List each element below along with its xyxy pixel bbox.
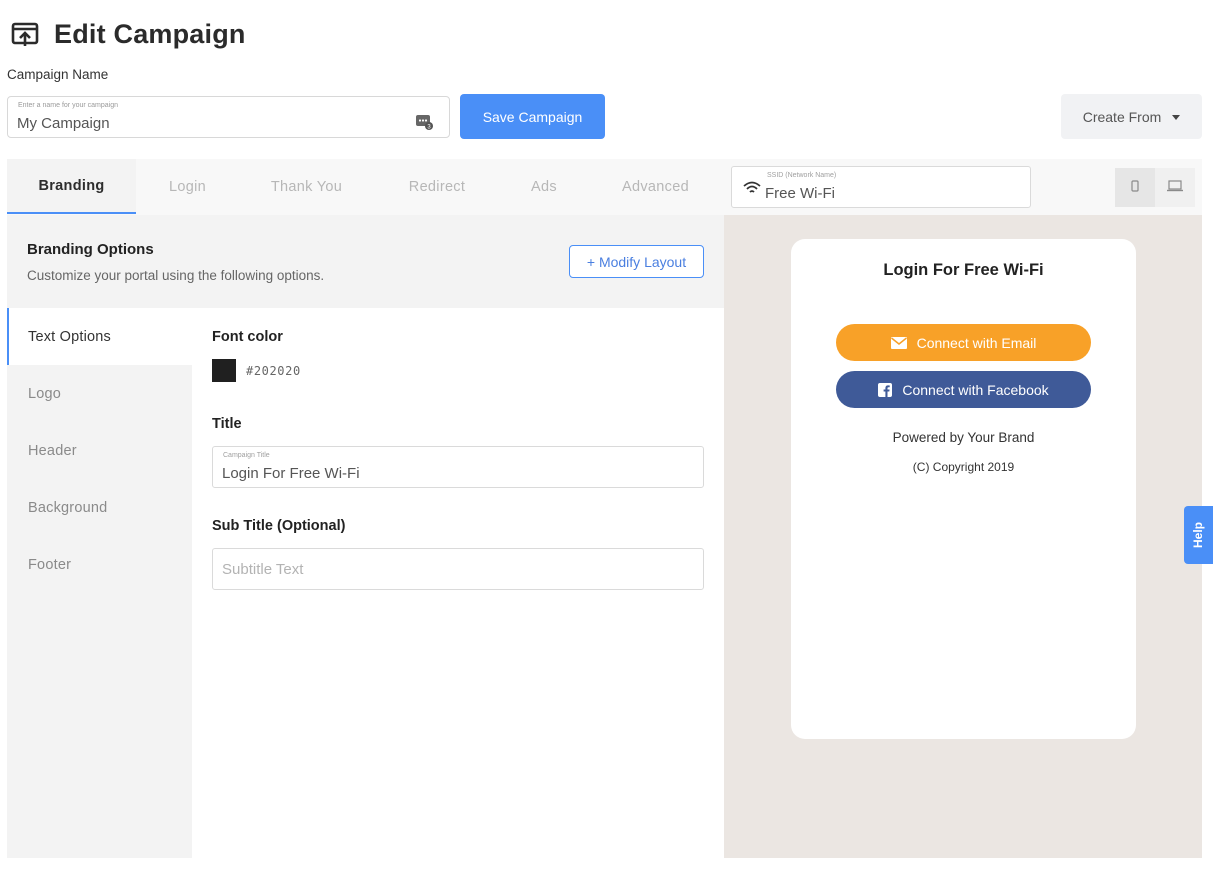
sidebar-item-logo[interactable]: Logo	[7, 365, 192, 422]
branding-options-subtitle: Customize your portal using the followin…	[27, 268, 325, 283]
copyright-text: (C) Copyright 2019	[912, 460, 1015, 474]
desktop-preview-toggle[interactable]	[1155, 168, 1195, 207]
campaign-name-input[interactable]: Enter a name for your campaign My Campai…	[7, 96, 450, 138]
campaign-name-value: My Campaign	[17, 115, 110, 132]
tab-bar: Branding Login Thank You Redirect Ads Ad…	[7, 159, 1202, 215]
branding-options-title: Branding Options	[27, 241, 154, 258]
sidebar-item-text-options[interactable]: Text Options	[7, 308, 192, 365]
title-label: Title	[212, 416, 242, 432]
subtitle-label: Sub Title (Optional)	[212, 518, 346, 534]
wifi-icon	[743, 181, 761, 195]
connect-facebook-button[interactable]: Connect with Facebook	[836, 371, 1091, 408]
tab-advanced[interactable]: Advanced	[588, 159, 723, 214]
variables-icon[interactable]: 3	[416, 114, 434, 131]
subtitle-input[interactable]: Subtitle Text	[212, 548, 704, 590]
save-campaign-button[interactable]: Save Campaign	[460, 94, 605, 139]
ssid-hint: SSID (Network Name)	[767, 172, 837, 179]
connect-email-button[interactable]: Connect with Email	[836, 324, 1091, 361]
preview-title: Login For Free Wi-Fi	[883, 261, 1044, 279]
campaign-name-label: Campaign Name	[7, 67, 109, 82]
facebook-icon	[878, 382, 893, 397]
connect-facebook-label: Connect with Facebook	[902, 381, 1049, 398]
options-sidebar: Text Options Logo Header Background Foot…	[7, 308, 192, 858]
sidebar-item-background[interactable]: Background	[7, 479, 192, 536]
font-color-label: Font color	[212, 329, 283, 345]
powered-by-text: Powered by Your Brand	[892, 430, 1035, 445]
tab-thank-you[interactable]: Thank You	[239, 159, 374, 214]
caret-down-icon	[1172, 115, 1181, 120]
title-value: Login For Free Wi-Fi	[222, 465, 360, 482]
envelope-icon	[890, 336, 907, 349]
portal-preview: Login For Free Wi-Fi Connect with Email …	[724, 215, 1202, 858]
preview-card: Login For Free Wi-Fi Connect with Email …	[791, 239, 1136, 739]
title-input[interactable]: Campaign Title Login For Free Wi-Fi	[212, 446, 704, 488]
page-title: Edit Campaign	[54, 18, 246, 49]
help-label: Help	[1191, 521, 1206, 549]
branding-options-header: Branding Options Customize your portal u…	[7, 215, 724, 308]
subtitle-placeholder: Subtitle Text	[222, 561, 304, 578]
create-from-label: Create From	[1082, 108, 1162, 125]
modify-layout-button[interactable]: + Modify Layout	[569, 245, 704, 278]
laptop-icon	[1166, 179, 1184, 197]
ssid-input[interactable]: SSID (Network Name) Free Wi-Fi	[731, 166, 1031, 208]
ssid-value: Free Wi-Fi	[765, 185, 835, 202]
create-from-dropdown[interactable]: Create From	[1061, 94, 1202, 139]
connect-email-label: Connect with Email	[916, 334, 1037, 351]
tab-branding[interactable]: Branding	[7, 159, 136, 214]
tab-login[interactable]: Login	[136, 159, 239, 214]
campaign-name-hint: Enter a name for your campaign	[18, 102, 118, 109]
page-header: Edit Campaign	[10, 14, 246, 54]
sidebar-item-header[interactable]: Header	[7, 422, 192, 479]
font-color-value: #202020	[246, 364, 301, 378]
sidebar-item-footer[interactable]: Footer	[7, 536, 192, 593]
tab-ads[interactable]: Ads	[500, 159, 588, 214]
help-tab[interactable]: Help	[1184, 506, 1213, 564]
mobile-icon	[1131, 179, 1139, 197]
mobile-preview-toggle[interactable]	[1115, 168, 1155, 207]
campaign-upload-icon	[10, 19, 40, 49]
title-hint: Campaign Title	[223, 452, 270, 459]
font-color-swatch[interactable]	[212, 359, 236, 382]
tab-redirect[interactable]: Redirect	[374, 159, 500, 214]
